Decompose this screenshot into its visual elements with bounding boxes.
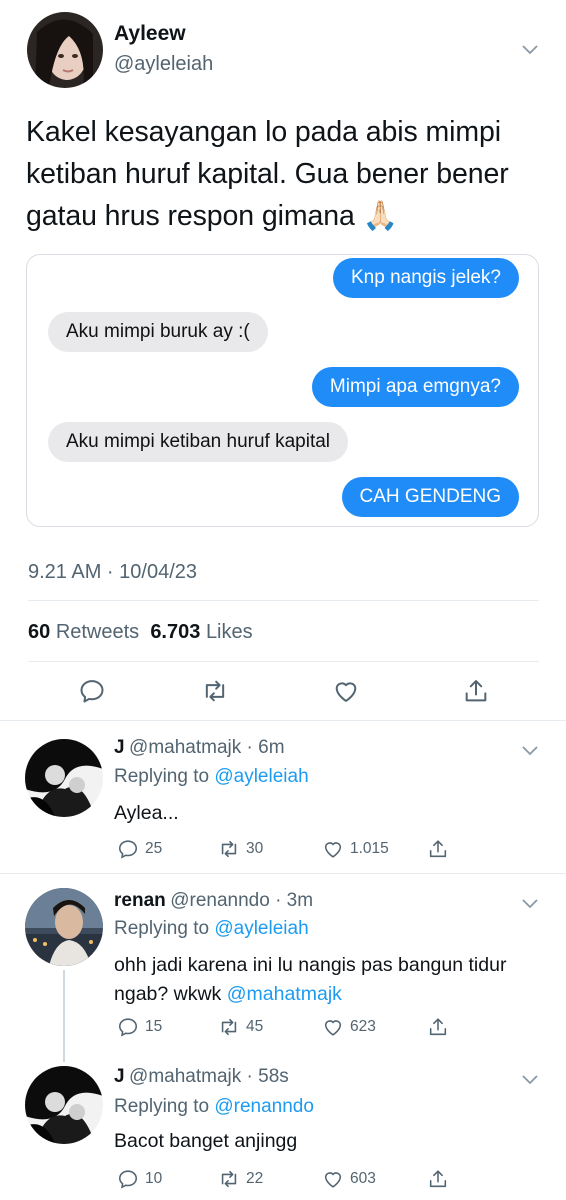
reply-button[interactable]: 25 (117, 838, 162, 860)
retweets-label: Retweets (55, 621, 140, 643)
reply-author-name[interactable]: J (114, 1066, 125, 1087)
replying-to: Replying to @renanndo (114, 1096, 314, 1118)
retweet-icon (221, 1018, 237, 1036)
like-button[interactable] (332, 677, 360, 710)
reply-author-name[interactable]: J (114, 737, 125, 758)
reply-text: Bacot banget anjingg (114, 1130, 298, 1152)
reply-text: Aylea... (114, 802, 179, 824)
retweets-stat[interactable]: 60 Retweets (28, 621, 139, 643)
replying-to-link[interactable]: @ayleleiah (214, 918, 308, 939)
reply-button[interactable]: 10 (117, 1168, 162, 1190)
tweet-text-line: gatau hrus respon gimana 🙏🏻 (26, 200, 398, 232)
likes-label: Likes (205, 621, 253, 643)
tweet-text: Kakel kesayangan lo pada abis mimpi keti… (26, 111, 509, 237)
replying-to-label: Replying to (114, 1096, 210, 1117)
like-icon (335, 682, 357, 702)
reply-icon (118, 1018, 138, 1037)
retweet-button[interactable]: 30 (218, 838, 263, 860)
retweet-count: 45 (246, 1018, 264, 1035)
reply-author-handle[interactable]: @mahatmajk · 6m (129, 737, 285, 758)
tweet-text-line: Kakel kesayangan lo pada abis mimpi (26, 116, 501, 148)
message-bubble-sent: CAH GENDENG (341, 477, 519, 517)
tweet-timestamp[interactable]: 9.21 AM · 10/04/23 (28, 561, 197, 584)
retweets-count: 60 (28, 621, 51, 643)
reply-author-handle[interactable]: @renanndo · 3m (170, 890, 313, 911)
share-button[interactable] (462, 677, 490, 710)
message-bubble-received: Aku mimpi buruk ay :( (48, 312, 268, 352)
divider (28, 600, 539, 601)
chevron-down-icon (522, 899, 538, 909)
message-bubble-received: Aku mimpi ketiban huruf kapital (48, 422, 349, 462)
message-bubble-sent: Mimpi apa emgnya? (311, 367, 519, 407)
reply-tweet[interactable]: J @mahatmajk · 58s Replying to @renanndo… (0, 1054, 566, 1200)
like-button[interactable]: 1.015 (322, 838, 389, 860)
retweet-button[interactable]: 22 (218, 1168, 263, 1190)
message-bubble-sent: Knp nangis jelek? (333, 258, 519, 298)
like-icon (324, 1020, 342, 1036)
reply-icon (80, 680, 104, 703)
share-icon (429, 840, 447, 858)
replying-to-link[interactable]: @renanndo (214, 1096, 314, 1117)
replying-to: Replying to @ayleleiah (114, 918, 309, 940)
tweet-text-line: ketiban huruf kapital. Gua bener bener (26, 158, 509, 190)
likes-stat[interactable]: 6.703 Likes (150, 621, 252, 643)
share-icon (429, 1170, 447, 1188)
more-options-button[interactable] (521, 894, 539, 917)
reply-count: 25 (145, 840, 163, 857)
mention-link[interactable]: @mahatmajk (227, 983, 342, 1005)
reply-text: ohh jadi karena ini lu nangis pas bangun… (114, 951, 524, 1009)
retweet-count: 22 (246, 1170, 264, 1187)
retweet-button[interactable]: 45 (218, 1016, 263, 1038)
replying-to-label: Replying to (114, 766, 210, 787)
reply-button[interactable]: 15 (117, 1016, 162, 1038)
reply-tweet[interactable]: J @mahatmajk · 6m Replying to @ayleleiah… (0, 721, 566, 873)
tweet-stats: 60 Retweets 6.703 Likes (28, 621, 253, 644)
like-button[interactable]: 623 (322, 1016, 376, 1038)
reply-icon (118, 1170, 138, 1189)
more-options-button[interactable] (521, 741, 539, 764)
like-count: 623 (350, 1018, 376, 1035)
retweet-icon (221, 840, 237, 858)
replying-to-link[interactable]: @ayleleiah (214, 766, 308, 787)
reply-author-name[interactable]: renan (114, 890, 166, 911)
like-count: 1.015 (350, 840, 389, 857)
like-icon (324, 1172, 342, 1188)
reply-avatar[interactable] (25, 1066, 103, 1144)
like-button[interactable]: 603 (322, 1168, 376, 1190)
reply-avatar[interactable] (25, 888, 103, 966)
retweet-icon (205, 680, 225, 702)
author-name[interactable]: Ayleew (114, 22, 186, 46)
share-button[interactable] (427, 838, 449, 860)
author-handle[interactable]: @ayleleiah (114, 53, 213, 76)
likes-count: 6.703 (150, 621, 201, 643)
author-avatar[interactable] (27, 12, 103, 88)
chevron-down-icon (522, 45, 538, 55)
share-button[interactable] (427, 1016, 449, 1038)
reply-tweet[interactable]: renan @renanndo · 3m Replying to @aylele… (0, 874, 566, 1062)
retweet-button[interactable] (201, 677, 229, 710)
reply-count: 15 (145, 1018, 163, 1035)
chevron-down-icon (522, 1075, 538, 1085)
chevron-down-icon (522, 746, 538, 756)
reply-button[interactable] (78, 677, 106, 710)
like-icon (324, 842, 342, 858)
thread-connector (63, 970, 65, 1062)
retweet-icon (221, 1170, 237, 1188)
reply-avatar[interactable] (25, 739, 103, 817)
divider (28, 661, 539, 662)
like-count: 603 (350, 1170, 376, 1187)
replying-to: Replying to @ayleleiah (114, 766, 309, 788)
more-options-button[interactable] (521, 1070, 539, 1093)
share-icon (429, 1018, 447, 1036)
retweet-count: 30 (246, 840, 264, 857)
reply-count: 10 (145, 1170, 163, 1187)
share-button[interactable] (427, 1168, 449, 1190)
replying-to-label: Replying to (114, 918, 210, 939)
share-icon (465, 680, 487, 702)
reply-author-handle[interactable]: @mahatmajk · 58s (129, 1066, 289, 1087)
tweet-media-image[interactable]: Knp nangis jelek? Aku mimpi buruk ay :( … (26, 254, 539, 527)
more-options-button[interactable] (521, 40, 539, 63)
reply-icon (118, 840, 138, 859)
